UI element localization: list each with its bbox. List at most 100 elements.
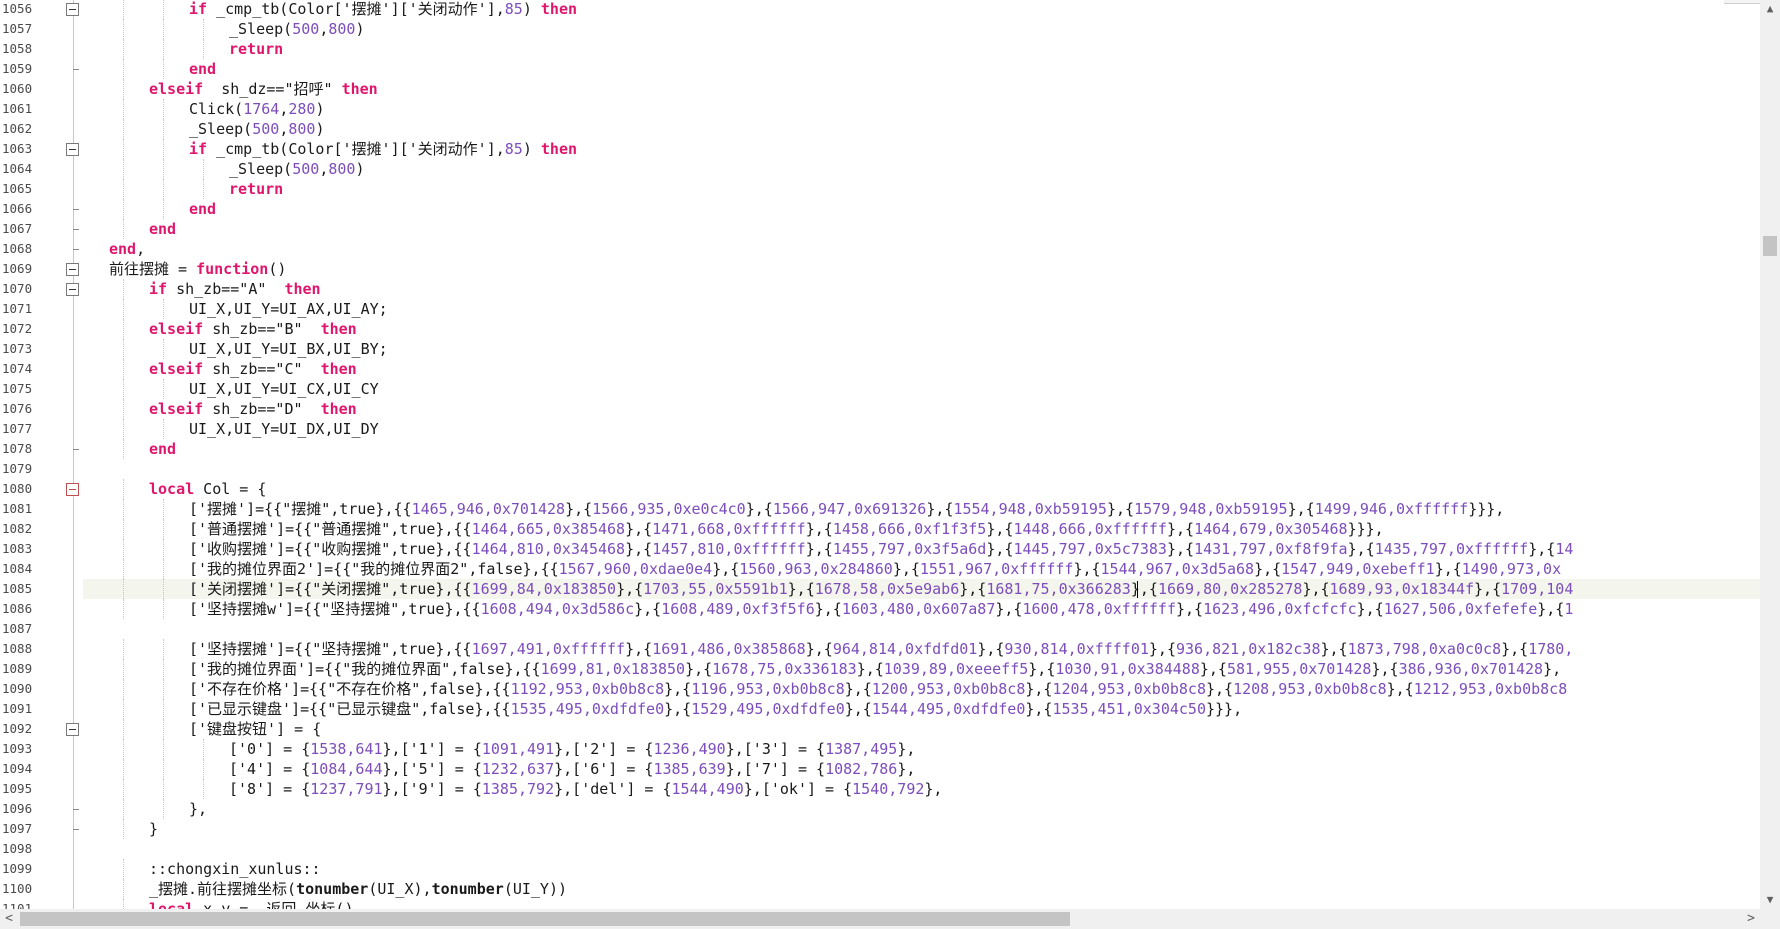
code-text[interactable]: } bbox=[83, 819, 1760, 839]
code-line[interactable]: 1091 ['已显示键盘']={{"已显示键盘",false},{{1535,49… bbox=[0, 699, 1760, 719]
code-line[interactable]: 1093 ['0'] = {1538,641},['1'] = {1091,491… bbox=[0, 739, 1760, 759]
code-text[interactable]: ['我的摊位界面2']={{"我的摊位界面2",false},{{1567,96… bbox=[83, 559, 1760, 579]
code-line[interactable]: 1071 UI_X,UI_Y=UI_AX,UI_AY; bbox=[0, 299, 1760, 319]
code-line[interactable]: 1069 前往摆摊 = function() bbox=[0, 259, 1760, 279]
code-text[interactable]: ['坚持摆摊']={{"坚持摆摊",true},{{1697,491,0xfff… bbox=[83, 639, 1760, 659]
code-text[interactable]: end, bbox=[83, 239, 1760, 259]
code-text[interactable]: if _cmp_tb(Color['摆摊']['关闭动作'],85) then bbox=[83, 0, 1760, 19]
code-line[interactable]: 1085 ['关闭摆摊']={{"关闭摆摊",true},{{1699,84,0x… bbox=[0, 579, 1760, 599]
code-line[interactable]: 1068 end, bbox=[0, 239, 1760, 259]
code-line[interactable]: 1073 UI_X,UI_Y=UI_BX,UI_BY; bbox=[0, 339, 1760, 359]
code-line[interactable]: 1098 bbox=[0, 839, 1760, 859]
code-line[interactable]: 1096}, bbox=[0, 799, 1760, 819]
code-text[interactable]: elseif sh_dz=="招呼" then bbox=[83, 79, 1760, 99]
code-line[interactable]: 1070 if sh_zb=="A" then bbox=[0, 279, 1760, 299]
code-line[interactable]: 1079 bbox=[0, 459, 1760, 479]
code-text[interactable]: end bbox=[83, 59, 1760, 79]
code-line[interactable]: 1056 if _cmp_tb(Color['摆摊']['关闭动作'],85) t… bbox=[0, 0, 1760, 19]
code-text[interactable]: end bbox=[83, 439, 1760, 459]
code-text[interactable]: ['关闭摆摊']={{"关闭摆摊",true},{{1699,84,0x1838… bbox=[83, 579, 1760, 599]
code-text[interactable]: ['已显示键盘']={{"已显示键盘",false},{{1535,495,0x… bbox=[83, 699, 1760, 719]
fold-collapse-icon[interactable] bbox=[66, 3, 79, 16]
code-text[interactable] bbox=[83, 619, 1760, 639]
code-text[interactable]: ['普通摆摊']={{"普通摆摊",true},{{1464,665,0x385… bbox=[83, 519, 1760, 539]
code-line[interactable]: 1078 end bbox=[0, 439, 1760, 459]
code-text[interactable]: ['不存在价格']={{"不存在价格",false},{{1192,953,0x… bbox=[83, 679, 1760, 699]
code-text[interactable]: _Sleep(500,800) bbox=[83, 19, 1760, 39]
code-editor[interactable]: 1056 if _cmp_tb(Color['摆摊']['关闭动作'],85) t… bbox=[0, 0, 1760, 909]
code-line[interactable]: 1080 local Col = { bbox=[0, 479, 1760, 499]
code-line[interactable]: 1083 ['收购摆摊']={{"收购摆摊",true},{{1464,810,0… bbox=[0, 539, 1760, 559]
code-text[interactable]: Click(1764,280) bbox=[83, 99, 1760, 119]
code-text[interactable]: ['摆摊']={{"摆摊",true},{{1465,946,0x701428}… bbox=[83, 499, 1760, 519]
fold-collapse-icon[interactable] bbox=[66, 263, 79, 276]
code-text[interactable]: _Sleep(500,800) bbox=[83, 159, 1760, 179]
code-text[interactable]: _Sleep(500,800) bbox=[83, 119, 1760, 139]
vertical-scrollbar[interactable]: ▲ ▼ bbox=[1760, 0, 1780, 909]
code-text[interactable] bbox=[83, 839, 1760, 859]
code-line[interactable]: 1094 ['4'] = {1084,644},['5'] = {1232,637… bbox=[0, 759, 1760, 779]
code-text[interactable]: local x,y = _返回_坐标() bbox=[83, 899, 1760, 909]
horizontal-scrollbar[interactable]: < > bbox=[0, 909, 1760, 929]
code-text[interactable]: UI_X,UI_Y=UI_DX,UI_DY bbox=[83, 419, 1760, 439]
code-line[interactable]: 1097} bbox=[0, 819, 1760, 839]
vertical-scroll-thumb[interactable] bbox=[1763, 236, 1777, 256]
code-text[interactable]: 前往摆摊 = function() bbox=[83, 259, 1760, 279]
code-line[interactable]: 1074 elseif sh_zb=="C" then bbox=[0, 359, 1760, 379]
code-line[interactable]: 1076 elseif sh_zb=="D" then bbox=[0, 399, 1760, 419]
code-line[interactable]: 1089 ['我的摊位界面']={{"我的摊位界面",false},{{1699,… bbox=[0, 659, 1760, 679]
code-text[interactable]: ['收购摆摊']={{"收购摆摊",true},{{1464,810,0x345… bbox=[83, 539, 1760, 559]
code-line[interactable]: 1100 _摆摊.前往摆摊坐标(tonumber(UI_X),tonumber(U… bbox=[0, 879, 1760, 899]
code-line[interactable]: 1101 local x,y = _返回_坐标() bbox=[0, 899, 1760, 909]
code-text[interactable]: elseif sh_zb=="C" then bbox=[83, 359, 1760, 379]
fold-collapse-icon[interactable] bbox=[66, 283, 79, 296]
code-line[interactable]: 1058 return bbox=[0, 39, 1760, 59]
code-line[interactable]: 1075 UI_X,UI_Y=UI_CX,UI_CY bbox=[0, 379, 1760, 399]
code-text[interactable]: ['键盘按钮'] = { bbox=[83, 719, 1760, 739]
code-line[interactable]: 1060 elseif sh_dz=="招呼" then bbox=[0, 79, 1760, 99]
code-text[interactable]: UI_X,UI_Y=UI_AX,UI_AY; bbox=[83, 299, 1760, 319]
scroll-up-icon[interactable]: ▲ bbox=[1760, 0, 1780, 18]
code-text[interactable]: }, bbox=[83, 799, 1760, 819]
code-text[interactable]: end bbox=[83, 219, 1760, 239]
horizontal-scroll-thumb[interactable] bbox=[20, 912, 1070, 926]
code-line[interactable]: 1090 ['不存在价格']={{"不存在价格",false},{{1192,95… bbox=[0, 679, 1760, 699]
code-line[interactable]: 1062 _Sleep(500,800) bbox=[0, 119, 1760, 139]
code-text[interactable]: return bbox=[83, 39, 1760, 59]
fold-collapse-icon[interactable] bbox=[66, 143, 79, 156]
code-line[interactable]: 1082 ['普通摆摊']={{"普通摆摊",true},{{1464,665,0… bbox=[0, 519, 1760, 539]
code-line[interactable]: 1065 return bbox=[0, 179, 1760, 199]
code-text[interactable]: ['我的摊位界面']={{"我的摊位界面",false},{{1699,81,0… bbox=[83, 659, 1760, 679]
code-line[interactable]: 1061 Click(1764,280) bbox=[0, 99, 1760, 119]
code-line[interactable]: 1092 ['键盘按钮'] = { bbox=[0, 719, 1760, 739]
code-text[interactable]: local Col = { bbox=[83, 479, 1760, 499]
code-line[interactable]: 1095 ['8'] = {1237,791},['9'] = {1385,792… bbox=[0, 779, 1760, 799]
code-text[interactable]: UI_X,UI_Y=UI_BX,UI_BY; bbox=[83, 339, 1760, 359]
code-text[interactable]: ['坚持摆摊w']={{"坚持摆摊",true},{{1608,494,0x3d… bbox=[83, 599, 1760, 619]
code-text[interactable]: elseif sh_zb=="B" then bbox=[83, 319, 1760, 339]
code-line[interactable]: 1099::chongxin_xunlus:: bbox=[0, 859, 1760, 879]
code-text[interactable]: return bbox=[83, 179, 1760, 199]
code-text[interactable]: UI_X,UI_Y=UI_CX,UI_CY bbox=[83, 379, 1760, 399]
code-text[interactable]: ['8'] = {1237,791},['9'] = {1385,792},['… bbox=[83, 779, 1760, 799]
code-line[interactable]: 1087 bbox=[0, 619, 1760, 639]
code-line[interactable]: 1077 UI_X,UI_Y=UI_DX,UI_DY bbox=[0, 419, 1760, 439]
code-text[interactable]: if sh_zb=="A" then bbox=[83, 279, 1760, 299]
code-line[interactable]: 1066 end bbox=[0, 199, 1760, 219]
code-text[interactable]: if _cmp_tb(Color['摆摊']['关闭动作'],85) then bbox=[83, 139, 1760, 159]
code-line[interactable]: 1057 _Sleep(500,800) bbox=[0, 19, 1760, 39]
fold-collapse-icon[interactable] bbox=[66, 483, 79, 496]
code-text[interactable]: ['0'] = {1538,641},['1'] = {1091,491},['… bbox=[83, 739, 1760, 759]
scroll-down-icon[interactable]: ▼ bbox=[1760, 891, 1780, 909]
code-line[interactable]: 1081 ['摆摊']={{"摆摊",true},{{1465,946,0x701… bbox=[0, 499, 1760, 519]
code-line[interactable]: 1086 ['坚持摆摊w']={{"坚持摆摊",true},{{1608,494,… bbox=[0, 599, 1760, 619]
code-line[interactable]: 1084 ['我的摊位界面2']={{"我的摊位界面2",false},{{156… bbox=[0, 559, 1760, 579]
scroll-left-icon[interactable]: < bbox=[0, 909, 18, 929]
code-line[interactable]: 1088 ['坚持摆摊']={{"坚持摆摊",true},{{1697,491,0… bbox=[0, 639, 1760, 659]
code-text[interactable]: ::chongxin_xunlus:: bbox=[83, 859, 1760, 879]
scroll-right-icon[interactable]: > bbox=[1742, 909, 1760, 929]
code-line[interactable]: 1067 end bbox=[0, 219, 1760, 239]
code-line[interactable]: 1059 end bbox=[0, 59, 1760, 79]
code-text[interactable] bbox=[83, 459, 1760, 479]
code-line[interactable]: 1063 if _cmp_tb(Color['摆摊']['关闭动作'],85) t… bbox=[0, 139, 1760, 159]
